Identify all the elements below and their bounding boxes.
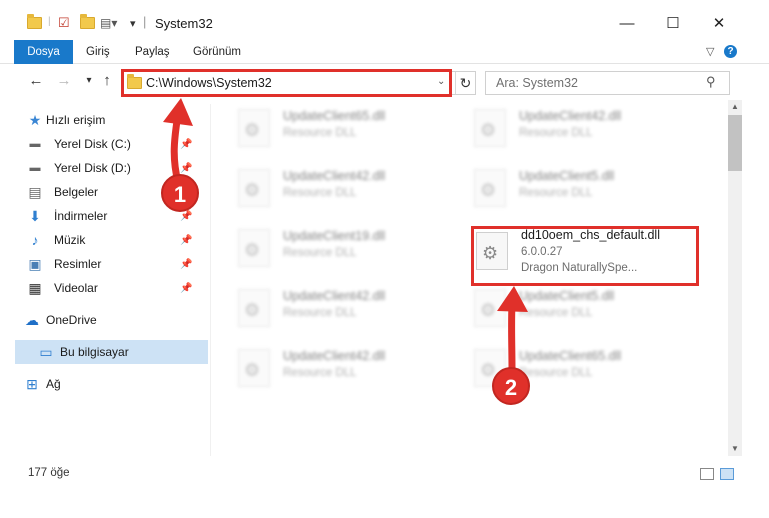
step-badge-1: 1 xyxy=(161,174,199,212)
step-badge-2: 2 xyxy=(492,367,530,405)
arrow-2 xyxy=(497,286,528,374)
annotation-layer xyxy=(163,98,528,374)
arrow-1 xyxy=(163,98,193,186)
